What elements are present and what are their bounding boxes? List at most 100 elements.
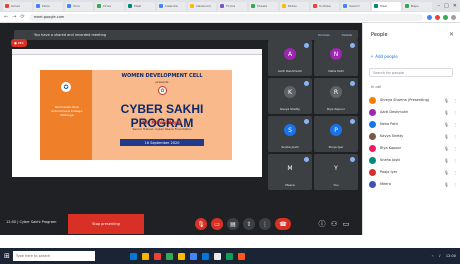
maximize-icon[interactable]: □ <box>444 3 449 9</box>
browser-tab[interactable]: Maps <box>402 1 432 11</box>
taskbar-app-icon[interactable] <box>225 252 233 260</box>
more-icon[interactable]: ⋮ <box>453 182 457 187</box>
network-icon[interactable]: ⌁ <box>432 254 434 258</box>
participant-tile[interactable]: R Riya Kapoor <box>314 78 358 114</box>
url-field[interactable]: meet.google.com <box>28 13 423 21</box>
tab-favicon-icon <box>374 4 378 8</box>
browser-tab[interactable]: Slides <box>279 1 309 11</box>
mic-icon[interactable]: 🎙 <box>444 98 449 103</box>
people-list-item[interactable]: Aarti Deshmukh 🎙 ⋮ <box>369 107 457 117</box>
more-options-icon[interactable]: ⋮ <box>259 218 271 230</box>
reload-icon[interactable]: ⟳ <box>20 14 24 20</box>
browser-tab[interactable]: Classroom <box>187 1 217 11</box>
in-call-label: In call <box>371 85 382 89</box>
more-icon[interactable]: ⋮ <box>453 98 457 103</box>
mic-off-icon[interactable]: 🎙 <box>195 218 207 230</box>
info-icon[interactable]: ⓘ <box>318 220 326 228</box>
participant-tile[interactable]: P Pooja Iyer <box>314 116 358 152</box>
camera-off-icon[interactable]: ▭ <box>211 218 223 230</box>
tab-label: Inbox <box>41 4 50 8</box>
participant-tile[interactable]: K Kavya Shetty <box>268 78 312 114</box>
taskbar-app-icon[interactable] <box>237 252 245 260</box>
close-icon[interactable]: ✕ <box>449 31 454 38</box>
profile-avatar[interactable] <box>451 14 456 20</box>
people-list-item[interactable]: Meera 🎙 ⋮ <box>369 179 457 189</box>
clock[interactable]: 12:00 <box>446 254 456 258</box>
mic-icon[interactable]: 🎙 <box>444 158 449 163</box>
alert-dismiss-button[interactable]: Dismiss <box>318 33 336 37</box>
taskbar-app-icon[interactable] <box>201 252 209 260</box>
browser-tab[interactable]: Gmail <box>3 1 32 11</box>
minimize-icon[interactable]: – <box>438 3 441 9</box>
more-icon[interactable]: ⋮ <box>453 122 457 127</box>
leave-call-icon[interactable]: ☎ <box>275 218 291 230</box>
taskbar-app-icon[interactable] <box>177 252 185 260</box>
close-window-icon[interactable]: ✕ <box>453 3 457 9</box>
extension-icon[interactable] <box>427 14 432 20</box>
browser-tab[interactable]: Forms <box>218 1 247 11</box>
browser-tab[interactable]: Inbox <box>33 1 63 11</box>
more-icon[interactable]: ⋮ <box>453 170 457 175</box>
people-list-item[interactable]: Riya Kapoor 🎙 ⋮ <box>369 143 457 153</box>
chat-icon[interactable]: ▭ <box>342 220 350 228</box>
people-list-item[interactable]: Shreya Sharma (Presenting) 🎙 ⋮ <box>369 95 457 105</box>
mic-icon[interactable]: 🎙 <box>444 170 449 175</box>
back-icon[interactable]: ← <box>4 14 8 20</box>
more-icon[interactable]: ⋮ <box>453 158 457 163</box>
captions-icon[interactable]: ▤ <box>227 218 239 230</box>
speaking-indicator-icon <box>350 157 355 162</box>
alert-details-button[interactable]: Details <box>342 33 358 37</box>
participant-tile[interactable]: N Neha Patil <box>314 40 358 76</box>
people-list-item[interactable]: Pooja Iyer 🎙 ⋮ <box>369 167 457 177</box>
taskbar-app-icon[interactable] <box>165 252 173 260</box>
browser-tab[interactable]: Calendar <box>156 1 186 11</box>
browser-tab[interactable]: Meet <box>126 1 155 11</box>
people-list-item[interactable]: Neha Patil 🎙 ⋮ <box>369 119 457 129</box>
browser-tab[interactable]: YouTube <box>310 1 340 11</box>
participant-tile[interactable]: S Sneha Joshi <box>268 116 312 152</box>
extension-icon[interactable] <box>443 14 448 20</box>
mic-icon[interactable]: 🎙 <box>444 110 449 115</box>
more-icon[interactable]: ⋮ <box>453 110 457 115</box>
windows-start-icon[interactable]: ⊞ <box>4 252 10 260</box>
participant-name: Sneha Joshi <box>281 145 299 149</box>
extension-icon[interactable] <box>435 14 440 20</box>
mic-icon[interactable]: 🎙 <box>444 122 449 127</box>
people-list-item[interactable]: Sneha Joshi 🎙 ⋮ <box>369 155 457 165</box>
people-list-item[interactable]: Kavya Shetty 🎙 ⋮ <box>369 131 457 141</box>
speaking-indicator-icon <box>304 81 309 86</box>
tab-favicon-icon <box>281 4 286 8</box>
taskbar-app-icon[interactable] <box>129 252 137 260</box>
add-people-button[interactable]: ＋ Add people <box>370 54 398 60</box>
taskbar-app-icon[interactable] <box>213 252 221 260</box>
browser-tab[interactable]: Drive <box>95 1 124 11</box>
participant-tile[interactable]: Y You <box>314 154 358 190</box>
mic-icon[interactable]: 🎙 <box>444 146 449 151</box>
mic-icon[interactable]: 🎙 <box>444 134 449 139</box>
taskbar-app-icon[interactable] <box>141 252 149 260</box>
forward-icon[interactable]: → <box>12 14 16 20</box>
participant-tile[interactable]: A Aarti Deshmukh <box>268 40 312 76</box>
volume-icon[interactable]: ♪ <box>439 254 441 258</box>
people-search-input[interactable]: Search for people <box>369 68 453 77</box>
window-controls: – □ ✕ <box>434 3 457 9</box>
more-icon[interactable]: ⋮ <box>453 134 457 139</box>
participant-tile[interactable]: M Meera <box>268 154 312 190</box>
taskbar-apps <box>129 252 245 260</box>
people-icon[interactable]: ⚇ <box>330 220 338 228</box>
taskbar-app-icon[interactable] <box>189 252 197 260</box>
stop-presenting-button[interactable]: Stop presenting <box>68 214 144 234</box>
taskbar-search[interactable]: Type here to search <box>12 251 95 261</box>
browser-tab[interactable]: Sheets <box>249 1 278 11</box>
browser-tab[interactable]: Meet <box>372 1 401 11</box>
mic-icon[interactable]: 🎙 <box>444 182 449 187</box>
tab-favicon-icon <box>312 4 317 8</box>
present-icon[interactable]: ⇧ <box>243 218 255 230</box>
tab-favicon-icon <box>343 4 348 8</box>
program-title: CYBER SAKHI PROGRAM <box>120 102 204 130</box>
more-icon[interactable]: ⋮ <box>453 146 457 151</box>
browser-tab[interactable]: Docs <box>64 1 94 11</box>
taskbar-app-icon[interactable] <box>153 252 161 260</box>
browser-tab[interactable]: Search <box>341 1 370 11</box>
slide-title: WOMEN DEVELOPMENT CELL <box>121 73 203 79</box>
